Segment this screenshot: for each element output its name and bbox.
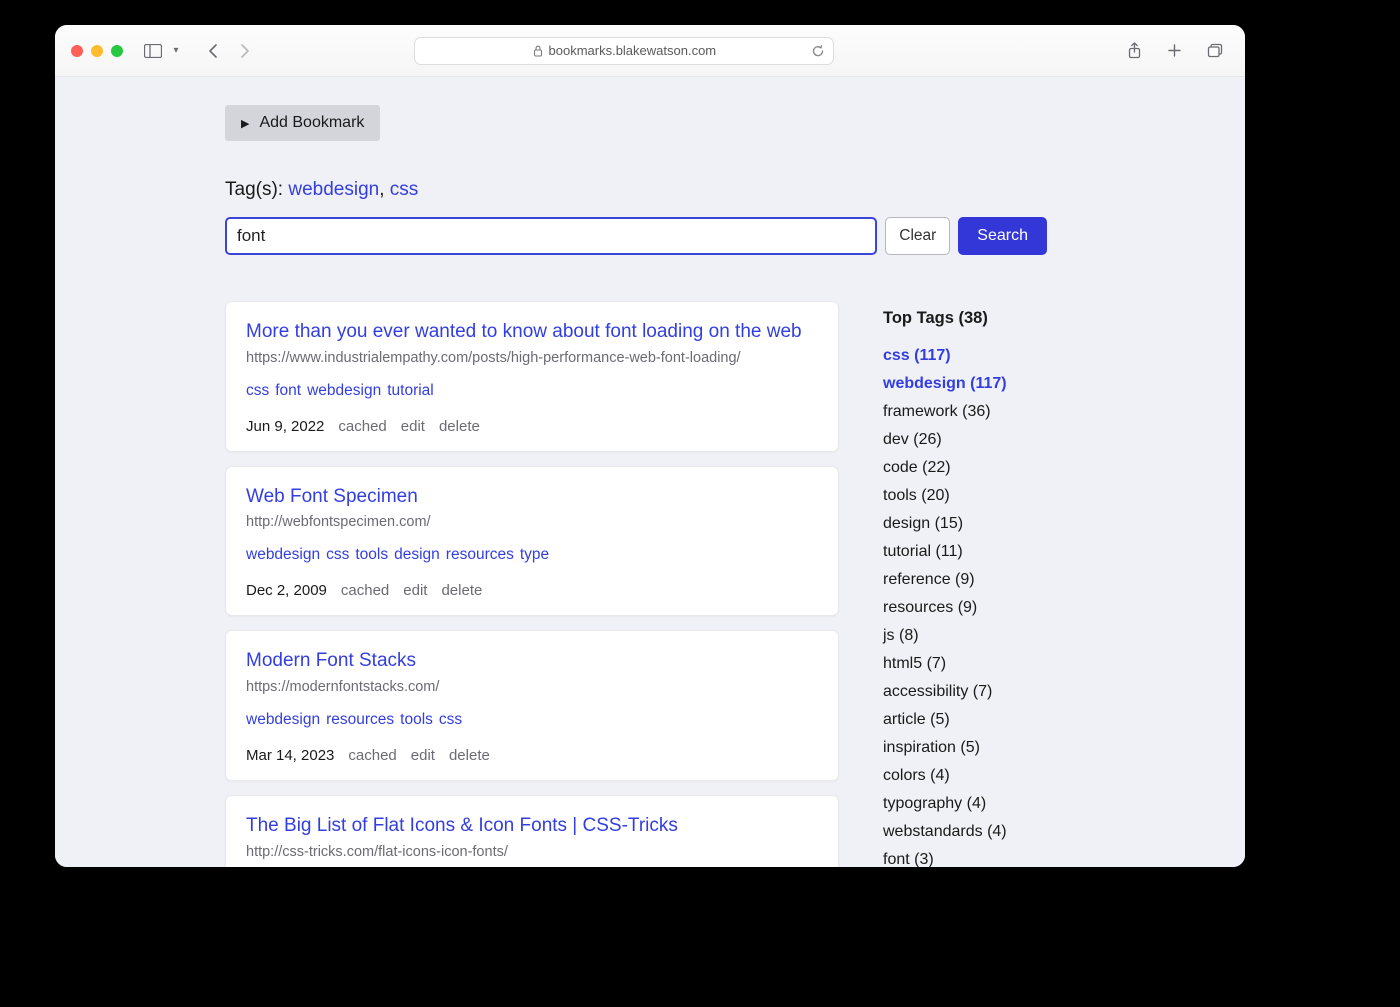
bookmark-url: http://webfontspecimen.com/ <box>246 514 818 530</box>
top-tag-link[interactable]: css (117) <box>883 342 1047 370</box>
bookmark-tag-link[interactable]: tools <box>400 711 433 728</box>
bookmark-tag-link[interactable]: css <box>439 711 462 728</box>
top-tag-link[interactable]: reference (9) <box>883 566 1047 594</box>
bookmark-title-link[interactable]: Web Font Specimen <box>246 485 418 510</box>
top-tag-link[interactable]: inspiration (5) <box>883 734 1047 762</box>
bookmark-card: Web Font Specimen http://webfontspecimen.… <box>225 466 839 617</box>
bookmark-title-link[interactable]: Modern Font Stacks <box>246 649 416 674</box>
active-tags-line: Tag(s): webdesign, css <box>225 179 1047 201</box>
bookmark-card: Modern Font Stacks https://modernfontstac… <box>225 630 839 781</box>
page-content: ▶ Add Bookmark Tag(s): webdesign, css Cl… <box>55 77 1245 867</box>
bookmark-delete-link[interactable]: delete <box>441 582 482 599</box>
bookmark-delete-link[interactable]: delete <box>439 418 480 435</box>
bookmark-card: The Big List of Flat Icons & Icon Fonts … <box>225 795 839 867</box>
bookmark-card: More than you ever wanted to know about … <box>225 301 839 452</box>
top-tag-link[interactable]: framework (36) <box>883 398 1047 426</box>
window-controls <box>71 45 123 57</box>
browser-window: ▾ bookmarks.blakewatson.com <box>55 25 1245 867</box>
bookmark-cached-link[interactable]: cached <box>348 747 396 764</box>
add-bookmark-toggle[interactable]: ▶ Add Bookmark <box>225 105 380 141</box>
sidebar-toggle-button[interactable] <box>139 39 167 63</box>
top-tag-link[interactable]: article (5) <box>883 706 1047 734</box>
clear-button[interactable]: Clear <box>885 217 950 255</box>
top-tag-link[interactable]: tutorial (11) <box>883 538 1047 566</box>
minimize-window-button[interactable] <box>91 45 103 57</box>
results-list: More than you ever wanted to know about … <box>225 301 839 867</box>
bookmark-edit-link[interactable]: edit <box>403 582 427 599</box>
bookmark-title-link[interactable]: The Big List of Flat Icons & Icon Fonts … <box>246 814 678 839</box>
bookmark-date: Jun 9, 2022 <box>246 418 324 435</box>
bookmark-url: https://www.industrialempathy.com/posts/… <box>246 350 818 366</box>
bookmark-tag-link[interactable]: webdesign <box>246 546 320 563</box>
bookmark-date: Dec 2, 2009 <box>246 582 327 599</box>
top-tag-link[interactable]: tools (20) <box>883 482 1047 510</box>
disclosure-triangle-icon: ▶ <box>241 117 249 130</box>
reload-button[interactable] <box>811 44 825 58</box>
tabs-overview-button[interactable] <box>1201 39 1229 63</box>
top-tag-link[interactable]: resources (9) <box>883 594 1047 622</box>
bookmark-tag-link[interactable]: tools <box>355 546 388 563</box>
active-tag-link[interactable]: css <box>390 179 419 200</box>
bookmark-tag-link[interactable]: tutorial <box>387 382 434 399</box>
top-tag-link[interactable]: font (3) <box>883 846 1047 867</box>
browser-toolbar: ▾ bookmarks.blakewatson.com <box>55 25 1245 77</box>
bookmark-tag-link[interactable]: webdesign <box>307 382 381 399</box>
lock-icon <box>533 45 543 57</box>
bookmark-tags: cssfont webdesign tutorial <box>246 382 818 400</box>
top-tag-link[interactable]: design (15) <box>883 510 1047 538</box>
address-url: bookmarks.blakewatson.com <box>549 43 717 58</box>
bookmark-url: https://modernfontstacks.com/ <box>246 679 818 695</box>
bookmark-tag-link[interactable]: resources <box>326 711 394 728</box>
bookmark-tags: webdesign resources tools css <box>246 711 818 729</box>
tags-label: Tag(s): <box>225 179 288 200</box>
search-row: Clear Search <box>225 217 1047 255</box>
bookmark-tag-link[interactable]: css <box>246 382 269 399</box>
bookmark-tag-link[interactable]: resources <box>446 546 514 563</box>
bookmark-cached-link[interactable]: cached <box>338 418 386 435</box>
sidebar-menu-chevron-icon[interactable]: ▾ <box>169 39 183 63</box>
scroll-area[interactable]: ▶ Add Bookmark Tag(s): webdesign, css Cl… <box>55 77 1245 867</box>
bookmark-delete-link[interactable]: delete <box>449 747 490 764</box>
top-tags-sidebar: Top Tags (38) css (117)webdesign (117)fr… <box>883 301 1047 867</box>
bookmark-tag-link[interactable]: design <box>394 546 440 563</box>
bookmark-url: http://css-tricks.com/flat-icons-icon-fo… <box>246 844 818 860</box>
active-tag-link[interactable]: webdesign <box>288 179 379 200</box>
bookmark-meta: Mar 14, 2023 cached edit delete <box>246 747 818 764</box>
top-tag-link[interactable]: code (22) <box>883 454 1047 482</box>
new-tab-button[interactable] <box>1161 39 1189 63</box>
bookmark-title-link[interactable]: More than you ever wanted to know about … <box>246 320 802 345</box>
bookmark-edit-link[interactable]: edit <box>401 418 425 435</box>
top-tag-link[interactable]: accessibility (7) <box>883 678 1047 706</box>
top-tag-link[interactable]: html5 (7) <box>883 650 1047 678</box>
bookmark-meta: Jun 9, 2022 cached edit delete <box>246 418 818 435</box>
top-tag-link[interactable]: js (8) <box>883 622 1047 650</box>
bookmark-meta: Dec 2, 2009 cached edit delete <box>246 582 818 599</box>
bookmark-tag-link[interactable]: font <box>275 382 301 399</box>
close-window-button[interactable] <box>71 45 83 57</box>
bookmark-tag-link[interactable]: webdesign <box>246 711 320 728</box>
top-tags-heading: Top Tags (38) <box>883 304 1047 333</box>
top-tag-link[interactable]: dev (26) <box>883 426 1047 454</box>
top-tag-link[interactable]: colors (4) <box>883 762 1047 790</box>
bookmark-date: Mar 14, 2023 <box>246 747 334 764</box>
search-button[interactable]: Search <box>958 217 1047 255</box>
bookmark-cached-link[interactable]: cached <box>341 582 389 599</box>
top-tag-link[interactable]: webdesign (117) <box>883 370 1047 398</box>
address-bar[interactable]: bookmarks.blakewatson.com <box>414 37 834 65</box>
bookmark-edit-link[interactable]: edit <box>411 747 435 764</box>
top-tag-link[interactable]: webstandards (4) <box>883 818 1047 846</box>
forward-button[interactable] <box>231 39 259 63</box>
share-button[interactable] <box>1121 39 1149 63</box>
bookmark-tag-link[interactable]: type <box>520 546 549 563</box>
search-input[interactable] <box>225 217 877 255</box>
add-bookmark-label: Add Bookmark <box>259 114 364 132</box>
bookmark-tag-link[interactable]: css <box>326 546 349 563</box>
back-button[interactable] <box>199 39 227 63</box>
zoom-window-button[interactable] <box>111 45 123 57</box>
top-tag-link[interactable]: typography (4) <box>883 790 1047 818</box>
bookmark-tags: webdesign css tools design resources type <box>246 546 818 564</box>
